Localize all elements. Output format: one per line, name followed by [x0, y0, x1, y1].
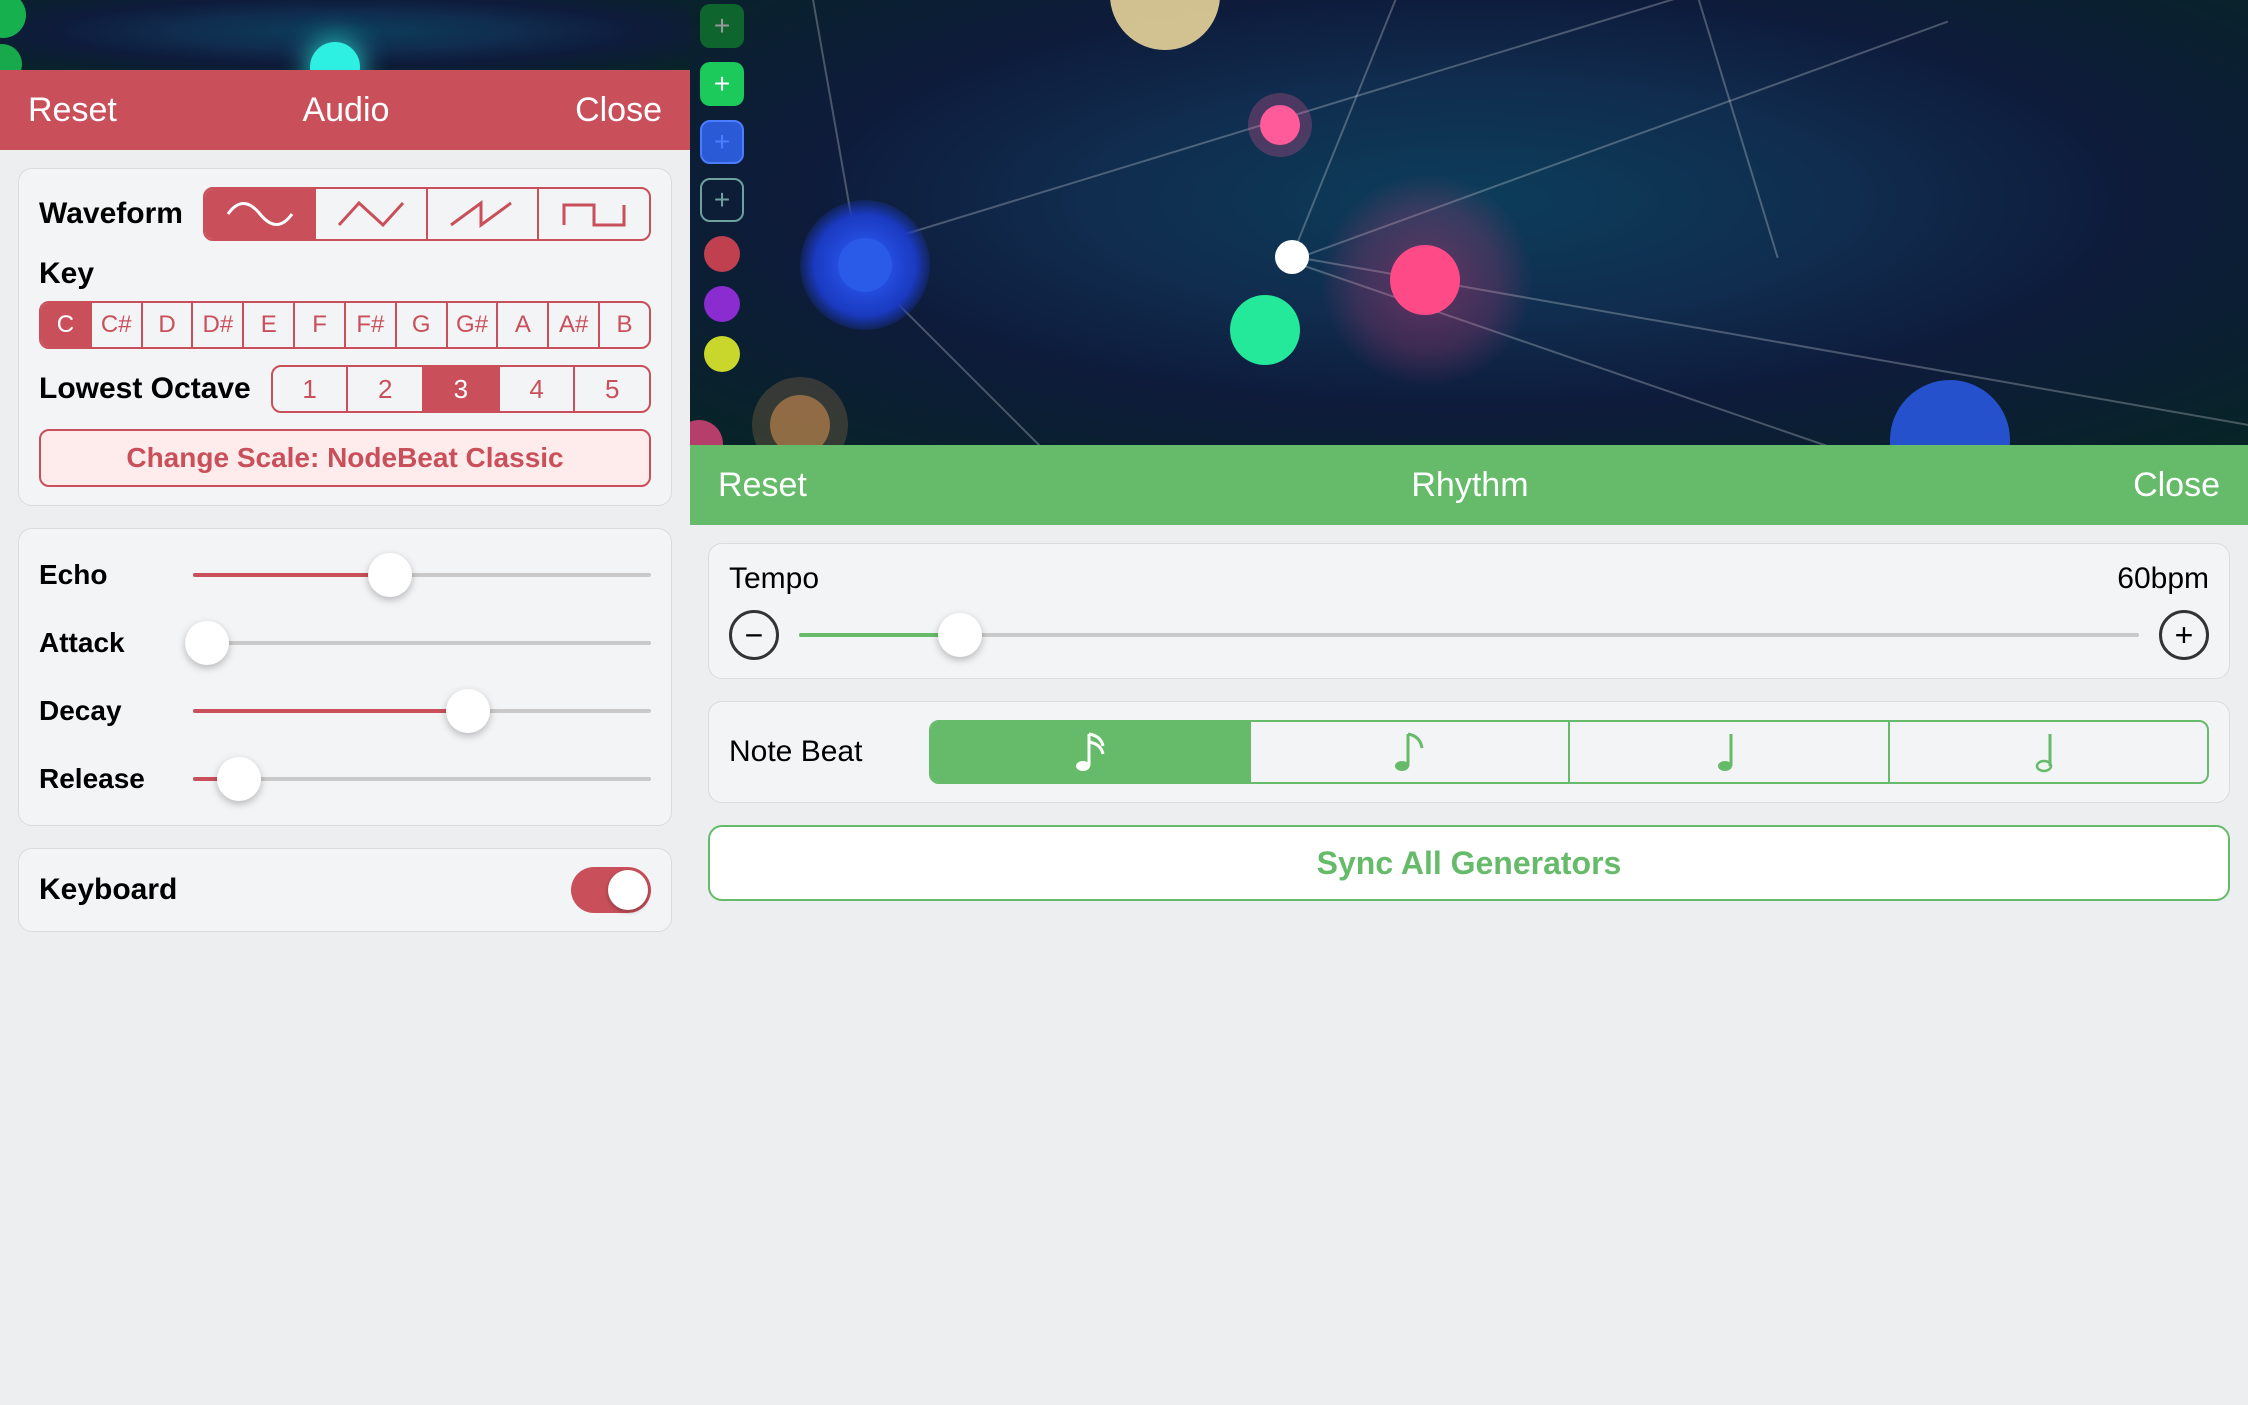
key-G-sharp[interactable]: G# — [446, 303, 497, 347]
audio-backdrop — [0, 0, 690, 70]
key-D-sharp[interactable]: D# — [191, 303, 242, 347]
release-label: Release — [39, 763, 179, 795]
half-note-icon — [2034, 730, 2062, 774]
tempo-card: Tempo 60bpm − + — [708, 543, 2230, 679]
canvas-node[interactable] — [690, 420, 723, 445]
waveform-saw[interactable] — [426, 189, 538, 239]
tempo-plus-button[interactable]: + — [2159, 610, 2209, 660]
rhythm-header: Reset Rhythm Close — [690, 445, 2248, 525]
key-selector[interactable]: CC#DD#EFF#GG#AA#B — [39, 301, 651, 349]
notebeat-eighth[interactable] — [1249, 722, 1569, 782]
canvas-node[interactable] — [1260, 105, 1300, 145]
node-palette[interactable]: + + + + — [700, 0, 744, 372]
waveform-label: Waveform — [39, 197, 183, 231]
tone-card: Waveform Key CC#DD#EFF#GG#AA#B Lowest Oc… — [18, 168, 672, 506]
audio-header: Reset Audio Close — [0, 70, 690, 150]
key-B[interactable]: B — [598, 303, 649, 347]
octave-5[interactable]: 5 — [573, 367, 649, 411]
key-G[interactable]: G — [395, 303, 446, 347]
octave-label: Lowest Octave — [39, 372, 251, 406]
waveform-triangle[interactable] — [314, 189, 426, 239]
canvas-node[interactable] — [1275, 240, 1309, 274]
sixteenth-note-icon — [1073, 730, 1107, 774]
rhythm-canvas[interactable]: + + + + — [690, 0, 2248, 445]
key-A[interactable]: A — [496, 303, 547, 347]
attack-slider[interactable] — [193, 641, 651, 645]
notebeat-label: Note Beat — [729, 735, 909, 769]
keyboard-label: Keyboard — [39, 873, 177, 907]
notebeat-quarter[interactable] — [1568, 722, 1888, 782]
palette-node-yellow[interactable] — [704, 336, 740, 372]
octave-4[interactable]: 4 — [498, 367, 574, 411]
reset-button[interactable]: Reset — [718, 466, 807, 505]
palette-generator-green[interactable]: + — [700, 4, 744, 48]
sync-generators-button[interactable]: Sync All Generators — [708, 825, 2230, 901]
close-button[interactable]: Close — [2133, 466, 2220, 505]
canvas-node[interactable] — [1890, 380, 2010, 445]
triangle-wave-icon — [336, 199, 406, 229]
key-D[interactable]: D — [141, 303, 192, 347]
palette-generator-green[interactable]: + — [700, 62, 744, 106]
decay-label: Decay — [39, 695, 179, 727]
minus-icon: − — [745, 617, 764, 654]
reset-button[interactable]: Reset — [28, 91, 117, 130]
tempo-slider[interactable] — [799, 633, 2139, 637]
sine-wave-icon — [225, 199, 295, 229]
panel-title: Audio — [117, 91, 575, 130]
plus-icon: + — [2175, 617, 2194, 654]
key-F[interactable]: F — [293, 303, 344, 347]
echo-slider[interactable] — [193, 573, 651, 577]
palette-generator-outline[interactable]: + — [700, 178, 744, 222]
octave-3[interactable]: 3 — [422, 367, 498, 411]
key-C-sharp[interactable]: C# — [90, 303, 141, 347]
notebeat-half[interactable] — [1888, 722, 2208, 782]
echo-label: Echo — [39, 559, 179, 591]
key-label: Key — [39, 257, 651, 291]
key-E[interactable]: E — [242, 303, 293, 347]
palette-node-purple[interactable] — [704, 286, 740, 322]
octave-selector[interactable]: 12345 — [271, 365, 651, 413]
key-F-sharp[interactable]: F# — [344, 303, 395, 347]
change-scale-button[interactable]: Change Scale: NodeBeat Classic — [39, 429, 651, 487]
eighth-note-icon — [1392, 730, 1426, 774]
panel-title: Rhythm — [807, 466, 2133, 505]
canvas-node[interactable] — [770, 395, 830, 445]
palette-generator-blue[interactable]: + — [700, 120, 744, 164]
canvas-node[interactable] — [1230, 295, 1300, 365]
saw-wave-icon — [448, 199, 518, 229]
waveform-square[interactable] — [537, 189, 649, 239]
octave-1[interactable]: 1 — [273, 367, 347, 411]
canvas-node[interactable] — [1110, 0, 1220, 50]
notebeat-selector[interactable] — [929, 720, 2209, 784]
tempo-minus-button[interactable]: − — [729, 610, 779, 660]
tempo-readout: 60bpm — [2117, 562, 2209, 596]
waveform-sine[interactable] — [205, 189, 315, 239]
waveform-selector[interactable] — [203, 187, 651, 241]
quarter-note-icon — [1715, 730, 1743, 774]
attack-label: Attack — [39, 627, 179, 659]
tempo-label: Tempo — [729, 562, 819, 596]
close-button[interactable]: Close — [575, 91, 662, 130]
key-A-sharp[interactable]: A# — [547, 303, 598, 347]
keyboard-toggle[interactable] — [571, 867, 651, 913]
notebeat-sixteenth[interactable] — [931, 722, 1249, 782]
decay-slider[interactable] — [193, 709, 651, 713]
key-C[interactable]: C — [41, 303, 90, 347]
keyboard-card: Keyboard — [18, 848, 672, 932]
release-slider[interactable] — [193, 777, 651, 781]
palette-node-red[interactable] — [704, 236, 740, 272]
square-wave-icon — [559, 199, 629, 229]
envelope-card: Echo Attack Decay Release — [18, 528, 672, 826]
octave-2[interactable]: 2 — [346, 367, 422, 411]
notebeat-card: Note Beat — [708, 701, 2230, 803]
